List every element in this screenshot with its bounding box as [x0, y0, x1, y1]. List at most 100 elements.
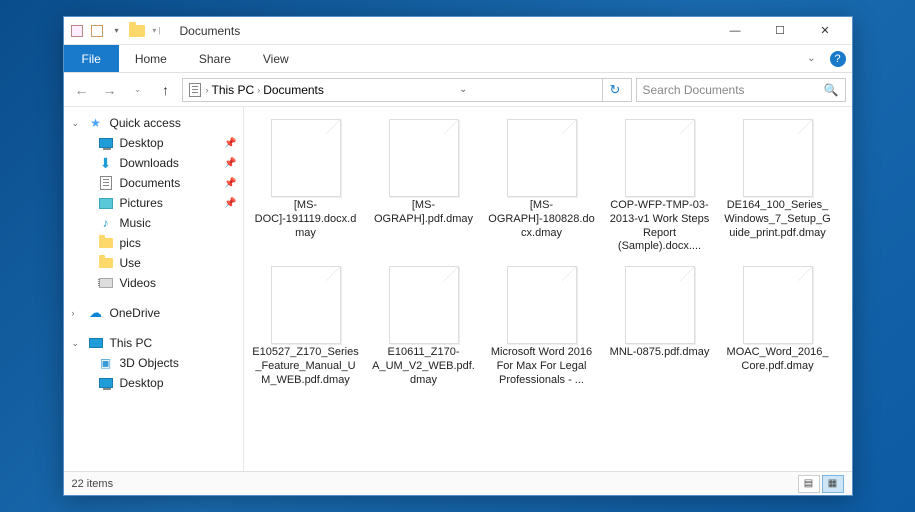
refresh-button[interactable]: ↻	[602, 78, 626, 102]
file-name-label: [MS-DOC]-191119.docx.dmay	[252, 199, 360, 240]
file-thumbnail-icon	[271, 119, 341, 197]
chevron-right-icon[interactable]: ›	[72, 308, 82, 318]
ribbon-tab-home[interactable]: Home	[119, 45, 183, 72]
sidebar-item-documents[interactable]: Documents📌	[64, 173, 243, 193]
file-item[interactable]: MNL-0875.pdf.dmay	[604, 262, 716, 391]
file-grid: [MS-DOC]-191119.docx.dmay [MS-OGRAPH].pdf…	[250, 115, 846, 391]
file-item[interactable]: COP-WFP-TMP-03-2013-v1 Work Steps Report…	[604, 115, 716, 258]
file-item[interactable]: E10611_Z170-A_UM_V2_WEB.pdf.dmay	[368, 262, 480, 391]
help-button[interactable]: ?	[824, 45, 852, 72]
breadcrumb-root[interactable]: This PC	[212, 83, 255, 97]
back-button[interactable]: ←	[70, 78, 94, 102]
qat-dropdown-icon[interactable]: ▾	[108, 22, 126, 40]
file-tab[interactable]: File	[64, 45, 119, 72]
window-body: ⌄ ★ Quick access Desktop📌⬇Downloads📌Docu…	[64, 107, 852, 471]
onedrive-label: OneDrive	[110, 306, 161, 320]
qat-newfolder-icon[interactable]	[88, 22, 106, 40]
sidebar-item-desktop[interactable]: Desktop📌	[64, 133, 243, 153]
sidebar-item-music[interactable]: ♪ Music	[64, 213, 243, 233]
sidebar-item-desktop[interactable]: Desktop	[64, 373, 243, 393]
picture-icon	[98, 195, 114, 211]
maximize-button[interactable]: ☐	[758, 17, 803, 45]
sidebar-this-pc[interactable]: ⌄ This PC	[64, 333, 243, 353]
minimize-button[interactable]: —	[713, 17, 758, 45]
sidebar-item-use[interactable]: Use	[64, 253, 243, 273]
desktop-icon	[98, 375, 114, 391]
chevron-right-icon[interactable]: ›	[206, 85, 209, 95]
details-view-button[interactable]: ▤	[798, 475, 820, 493]
up-button[interactable]: ↑	[154, 78, 178, 102]
sidebar-item-label: Pictures	[120, 196, 163, 210]
ribbon-tab-view[interactable]: View	[247, 45, 305, 72]
status-bar: 22 items ▤ ▦	[64, 471, 852, 495]
chevron-down-icon[interactable]: ⌄	[72, 118, 82, 129]
ribbon: File Home Share View ⌄ ?	[64, 45, 852, 73]
file-thumbnail-icon	[389, 119, 459, 197]
file-item[interactable]: MOAC_Word_2016_Core.pdf.dmay	[722, 262, 834, 391]
file-item[interactable]: Microsoft Word 2016 For Max For Legal Pr…	[486, 262, 598, 391]
sidebar-item-label: Videos	[120, 276, 156, 290]
sidebar-quick-access[interactable]: ⌄ ★ Quick access	[64, 113, 243, 133]
star-icon: ★	[88, 115, 104, 131]
file-item[interactable]: [MS-OGRAPH]-180828.docx.dmay	[486, 115, 598, 258]
sidebar-item-label: pics	[120, 236, 141, 250]
sidebar-item-pictures[interactable]: Pictures 📌	[64, 193, 243, 213]
search-input[interactable]: Search Documents 🔍	[636, 78, 846, 102]
navigation-bar: ← → ⌄ ↑ › This PC › Documents ⌄ ↻ Search…	[64, 73, 852, 107]
file-name-label: E10527_Z170_Series_Feature_Manual_UM_WEB…	[252, 346, 360, 387]
desktop-icon	[98, 135, 114, 151]
pin-icon: 📌	[224, 198, 236, 209]
video-icon	[98, 275, 114, 291]
chevron-down-icon[interactable]: ⌄	[72, 338, 82, 349]
sidebar-item-label: 3D Objects	[120, 356, 179, 370]
breadcrumb-dropdown-icon[interactable]: ⌄	[451, 78, 475, 102]
item-count: 22 items	[72, 478, 114, 490]
file-name-label: Microsoft Word 2016 For Max For Legal Pr…	[488, 346, 596, 387]
large-icons-view-button[interactable]: ▦	[822, 475, 844, 493]
sidebar-item-downloads[interactable]: ⬇ Downloads 📌	[64, 153, 243, 173]
recent-dropdown-icon[interactable]: ⌄	[126, 78, 150, 102]
view-toggle: ▤ ▦	[798, 475, 844, 493]
sidebar-item-3d-objects[interactable]: ▣3D Objects	[64, 353, 243, 373]
file-thumbnail-icon	[507, 266, 577, 344]
sidebar-onedrive[interactable]: › ☁ OneDrive	[64, 303, 243, 323]
file-item[interactable]: [MS-DOC]-191119.docx.dmay	[250, 115, 362, 258]
file-name-label: MOAC_Word_2016_Core.pdf.dmay	[724, 346, 832, 374]
file-name-label: [MS-OGRAPH].pdf.dmay	[370, 199, 478, 227]
sidebar-item-label: Downloads	[120, 156, 179, 170]
ribbon-expand-icon[interactable]: ⌄	[799, 45, 823, 72]
close-button[interactable]: ✕	[803, 17, 848, 45]
sidebar-item-label: Music	[120, 216, 151, 230]
help-icon: ?	[830, 51, 846, 67]
pin-icon: 📌	[224, 158, 236, 169]
file-thumbnail-icon	[507, 119, 577, 197]
sidebar-item-label: Documents	[120, 176, 181, 190]
file-name-label: MNL-0875.pdf.dmay	[606, 346, 714, 360]
titlebar: ▾ ▾ | Documents — ☐ ✕	[64, 17, 852, 45]
qat-properties-icon[interactable]	[68, 22, 86, 40]
sidebar-item-label: Desktop	[120, 376, 164, 390]
downloads-icon: ⬇	[98, 155, 114, 171]
file-name-label: DE164_100_Series_Windows_7_Setup_Guide_p…	[724, 199, 832, 240]
folder-icon	[98, 235, 114, 251]
window-title: Documents	[180, 24, 713, 38]
navigation-pane[interactable]: ⌄ ★ Quick access Desktop📌⬇Downloads📌Docu…	[64, 107, 244, 471]
folder-icon	[128, 22, 146, 40]
file-thumbnail-icon	[271, 266, 341, 344]
breadcrumb-current[interactable]: Documents	[263, 83, 324, 97]
sidebar-item-pics[interactable]: pics	[64, 233, 243, 253]
file-item[interactable]: [MS-OGRAPH].pdf.dmay	[368, 115, 480, 258]
file-list-pane[interactable]: [MS-DOC]-191119.docx.dmay [MS-OGRAPH].pdf…	[244, 107, 852, 471]
file-item[interactable]: DE164_100_Series_Windows_7_Setup_Guide_p…	[722, 115, 834, 258]
breadcrumb-folder-icon	[187, 82, 203, 98]
file-thumbnail-icon	[625, 119, 695, 197]
sidebar-item-label: Desktop	[120, 136, 164, 150]
sidebar-item-videos[interactable]: Videos	[64, 273, 243, 293]
chevron-right-icon[interactable]: ›	[257, 85, 260, 95]
ribbon-tab-share[interactable]: Share	[183, 45, 247, 72]
doc-icon	[98, 175, 114, 191]
forward-button[interactable]: →	[98, 78, 122, 102]
breadcrumb[interactable]: › This PC › Documents ⌄ ↻	[182, 78, 632, 102]
music-icon: ♪	[98, 215, 114, 231]
file-item[interactable]: E10527_Z170_Series_Feature_Manual_UM_WEB…	[250, 262, 362, 391]
